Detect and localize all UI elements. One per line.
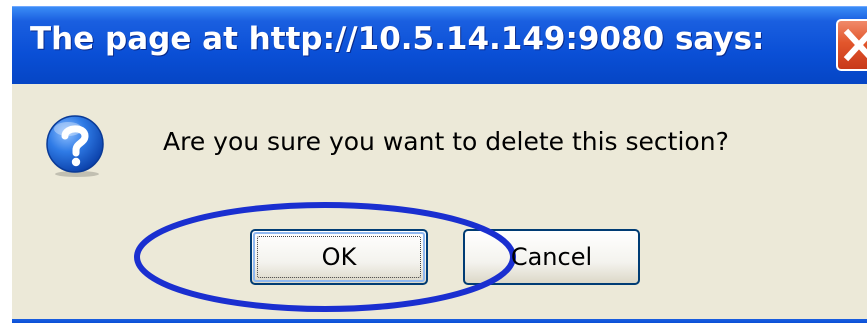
question-icon xyxy=(46,115,104,177)
ok-button[interactable]: OK xyxy=(250,229,428,285)
cancel-button-label: Cancel xyxy=(510,243,593,271)
close-icon xyxy=(843,28,867,62)
title-bar[interactable]: The page at http://10.5.14.149:9080 says… xyxy=(12,6,867,85)
dialog-message: Are you sure you want to delete this sec… xyxy=(163,127,729,156)
ok-button-label: OK xyxy=(321,243,357,271)
dialog-body xyxy=(12,84,867,316)
dialog-title: The page at http://10.5.14.149:9080 says… xyxy=(30,21,765,57)
close-button[interactable] xyxy=(836,19,867,71)
cancel-button[interactable]: Cancel xyxy=(463,229,640,285)
confirm-dialog: The page at http://10.5.14.149:9080 says… xyxy=(0,0,867,323)
dialog-bottom-border xyxy=(12,316,867,323)
